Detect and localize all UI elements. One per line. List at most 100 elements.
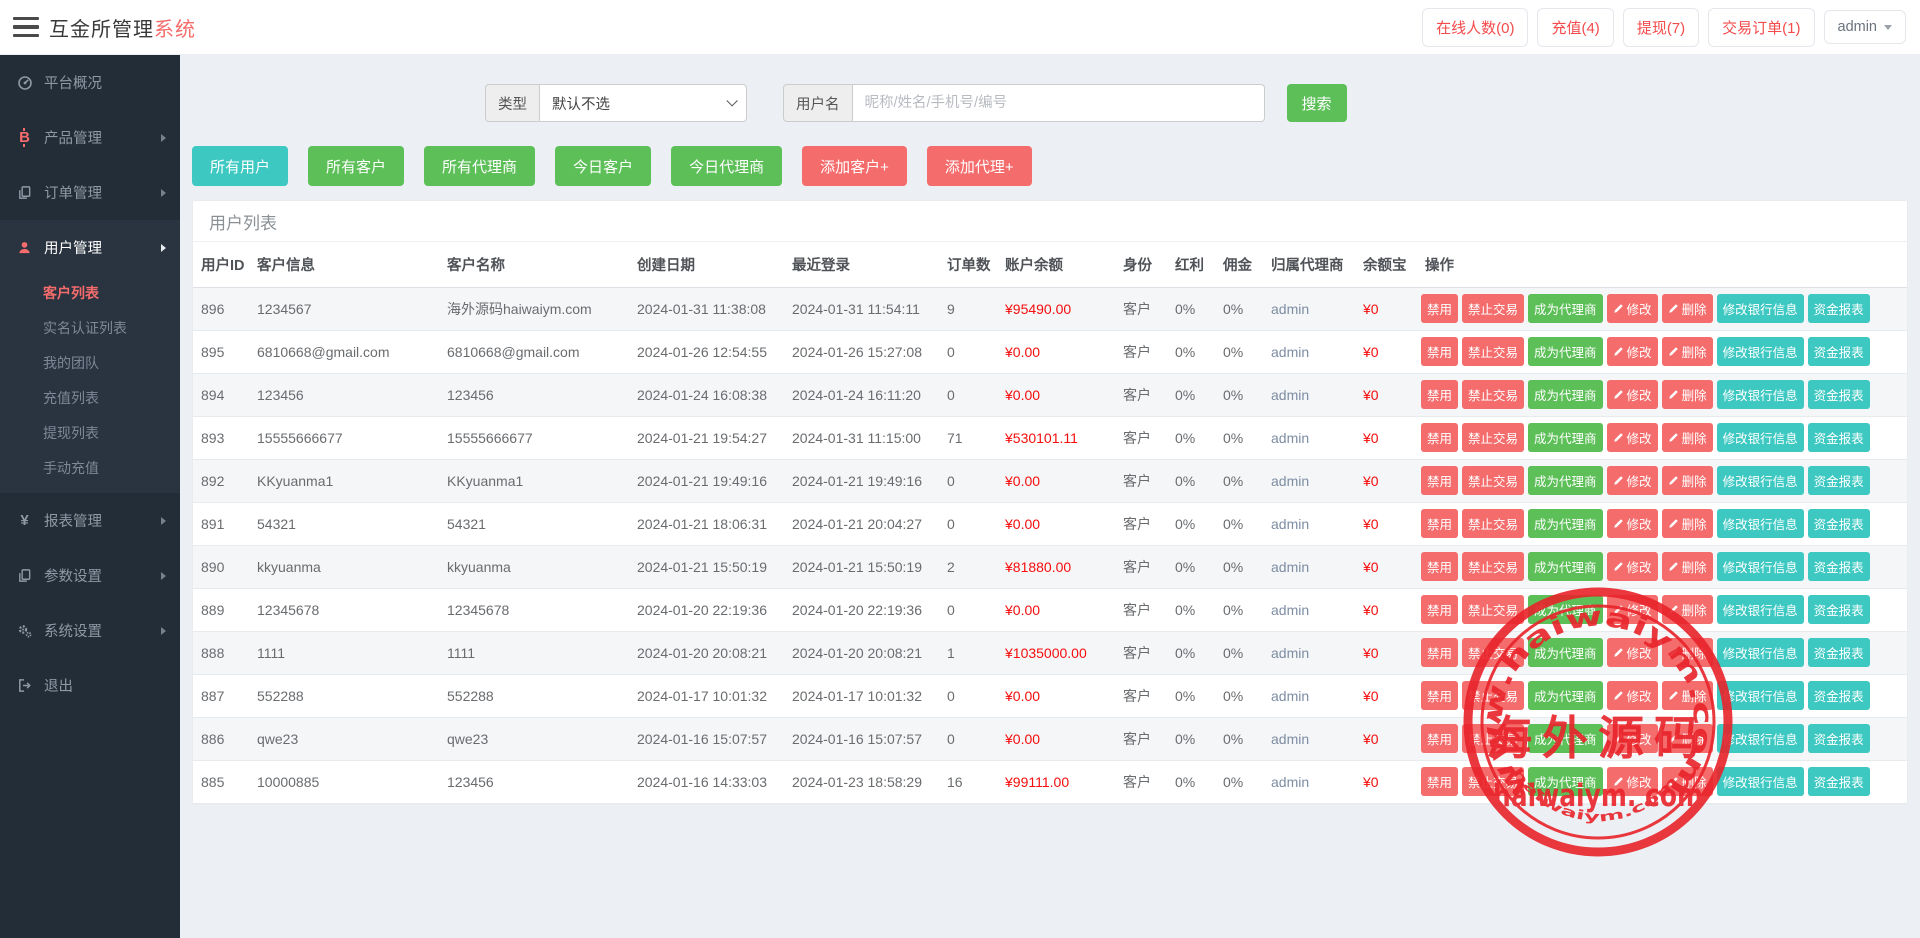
- disable-button[interactable]: 禁用: [1421, 638, 1459, 667]
- ban-trade-button[interactable]: 禁止交易: [1462, 337, 1525, 366]
- edit-bank-button[interactable]: 修改银行信息: [1716, 681, 1804, 710]
- edit-button[interactable]: 修改: [1606, 466, 1658, 495]
- disable-button[interactable]: 禁用: [1421, 595, 1459, 624]
- sidebar-subitem-customer-list[interactable]: 客户列表: [0, 275, 180, 310]
- delete-button[interactable]: 删除: [1661, 509, 1713, 538]
- disable-button[interactable]: 禁用: [1421, 466, 1459, 495]
- edit-bank-button[interactable]: 修改银行信息: [1716, 294, 1804, 323]
- funds-report-button[interactable]: 资金报表: [1807, 638, 1870, 667]
- ban-trade-button[interactable]: 禁止交易: [1462, 595, 1525, 624]
- funds-report-button[interactable]: 资金报表: [1807, 423, 1870, 452]
- make-agent-button[interactable]: 成为代理商: [1528, 767, 1603, 796]
- sidebar-item-system-settings[interactable]: 系统设置: [0, 603, 180, 658]
- disable-button[interactable]: 禁用: [1421, 509, 1459, 538]
- make-agent-button[interactable]: 成为代理商: [1528, 638, 1603, 667]
- delete-button[interactable]: 删除: [1661, 638, 1713, 667]
- add-agent-button[interactable]: 添加代理+: [926, 146, 1032, 186]
- funds-report-button[interactable]: 资金报表: [1807, 466, 1870, 495]
- ban-trade-button[interactable]: 禁止交易: [1462, 724, 1525, 753]
- make-agent-button[interactable]: 成为代理商: [1528, 294, 1603, 323]
- search-button[interactable]: 搜索: [1286, 84, 1347, 122]
- edit-button[interactable]: 修改: [1606, 294, 1658, 323]
- delete-button[interactable]: 删除: [1661, 423, 1713, 452]
- edit-button[interactable]: 修改: [1606, 638, 1658, 667]
- edit-bank-button[interactable]: 修改银行信息: [1716, 767, 1804, 796]
- edit-bank-button[interactable]: 修改银行信息: [1716, 595, 1804, 624]
- disable-button[interactable]: 禁用: [1421, 767, 1459, 796]
- ban-trade-button[interactable]: 禁止交易: [1462, 466, 1525, 495]
- edit-button[interactable]: 修改: [1606, 724, 1658, 753]
- make-agent-button[interactable]: 成为代理商: [1528, 681, 1603, 710]
- agent-cell[interactable]: admin: [1263, 373, 1355, 417]
- sidebar-item-product-management[interactable]: B 产品管理: [0, 110, 180, 165]
- sidebar-subitem-manual-recharge[interactable]: 手动充值: [0, 450, 180, 485]
- type-select[interactable]: 默认不选: [540, 84, 747, 122]
- ban-trade-button[interactable]: 禁止交易: [1462, 638, 1525, 667]
- funds-report-button[interactable]: 资金报表: [1807, 724, 1870, 753]
- ban-trade-button[interactable]: 禁止交易: [1462, 380, 1525, 409]
- disable-button[interactable]: 禁用: [1421, 294, 1459, 323]
- sidebar-item-parameter-settings[interactable]: 参数设置: [0, 548, 180, 603]
- disable-button[interactable]: 禁用: [1421, 552, 1459, 581]
- ban-trade-button[interactable]: 禁止交易: [1462, 681, 1525, 710]
- username-input[interactable]: [852, 84, 1265, 122]
- hamburger-menu-icon[interactable]: [13, 17, 39, 37]
- sidebar-item-report-management[interactable]: ¥ 报表管理: [0, 493, 180, 548]
- funds-report-button[interactable]: 资金报表: [1807, 380, 1870, 409]
- delete-button[interactable]: 删除: [1661, 466, 1713, 495]
- funds-report-button[interactable]: 资金报表: [1807, 595, 1870, 624]
- delete-button[interactable]: 删除: [1661, 337, 1713, 366]
- make-agent-button[interactable]: 成为代理商: [1528, 466, 1603, 495]
- agent-cell[interactable]: admin: [1263, 416, 1355, 460]
- funds-report-button[interactable]: 资金报表: [1807, 294, 1870, 323]
- disable-button[interactable]: 禁用: [1421, 380, 1459, 409]
- delete-button[interactable]: 删除: [1661, 724, 1713, 753]
- edit-bank-button[interactable]: 修改银行信息: [1716, 380, 1804, 409]
- make-agent-button[interactable]: 成为代理商: [1528, 724, 1603, 753]
- edit-button[interactable]: 修改: [1606, 380, 1658, 409]
- delete-button[interactable]: 删除: [1661, 681, 1713, 710]
- add-customer-button[interactable]: 添加客户+: [802, 146, 907, 186]
- sidebar-item-order-management[interactable]: 订单管理: [0, 165, 180, 220]
- delete-button[interactable]: 删除: [1661, 380, 1713, 409]
- disable-button[interactable]: 禁用: [1421, 681, 1459, 710]
- agent-cell[interactable]: admin: [1263, 502, 1355, 546]
- withdraw-badge[interactable]: 提现(7): [1622, 7, 1700, 47]
- agent-cell[interactable]: admin: [1263, 459, 1355, 503]
- sidebar-item-platform-overview[interactable]: 平台概况: [0, 55, 180, 110]
- agent-cell[interactable]: admin: [1263, 287, 1355, 331]
- edit-button[interactable]: 修改: [1606, 681, 1658, 710]
- delete-button[interactable]: 删除: [1661, 552, 1713, 581]
- sidebar-subitem-my-team[interactable]: 我的团队: [0, 345, 180, 380]
- make-agent-button[interactable]: 成为代理商: [1528, 552, 1603, 581]
- delete-button[interactable]: 删除: [1661, 294, 1713, 323]
- sidebar-subitem-withdraw-list[interactable]: 提现列表: [0, 415, 180, 450]
- admin-user-menu[interactable]: admin: [1823, 10, 1906, 44]
- edit-bank-button[interactable]: 修改银行信息: [1716, 337, 1804, 366]
- funds-report-button[interactable]: 资金报表: [1807, 337, 1870, 366]
- ban-trade-button[interactable]: 禁止交易: [1462, 767, 1525, 796]
- agent-cell[interactable]: admin: [1263, 631, 1355, 675]
- delete-button[interactable]: 删除: [1661, 595, 1713, 624]
- disable-button[interactable]: 禁用: [1421, 724, 1459, 753]
- recharge-badge[interactable]: 充值(4): [1537, 7, 1614, 47]
- edit-button[interactable]: 修改: [1606, 509, 1658, 538]
- funds-report-button[interactable]: 资金报表: [1807, 552, 1870, 581]
- trade-orders-badge[interactable]: 交易订单(1): [1708, 7, 1815, 47]
- edit-button[interactable]: 修改: [1606, 767, 1658, 796]
- delete-button[interactable]: 删除: [1661, 767, 1713, 796]
- funds-report-button[interactable]: 资金报表: [1807, 681, 1870, 710]
- today-agents-button[interactable]: 今日代理商: [671, 146, 783, 186]
- edit-button[interactable]: 修改: [1606, 337, 1658, 366]
- make-agent-button[interactable]: 成为代理商: [1528, 423, 1603, 452]
- edit-button[interactable]: 修改: [1606, 423, 1658, 452]
- ban-trade-button[interactable]: 禁止交易: [1462, 294, 1525, 323]
- sidebar-subitem-recharge-list[interactable]: 充值列表: [0, 380, 180, 415]
- all-customers-button[interactable]: 所有客户: [308, 146, 405, 186]
- ban-trade-button[interactable]: 禁止交易: [1462, 509, 1525, 538]
- agent-cell[interactable]: admin: [1263, 545, 1355, 589]
- agent-cell[interactable]: admin: [1263, 588, 1355, 632]
- make-agent-button[interactable]: 成为代理商: [1528, 337, 1603, 366]
- sidebar-item-logout[interactable]: 退出: [0, 658, 180, 713]
- agent-cell[interactable]: admin: [1263, 760, 1355, 804]
